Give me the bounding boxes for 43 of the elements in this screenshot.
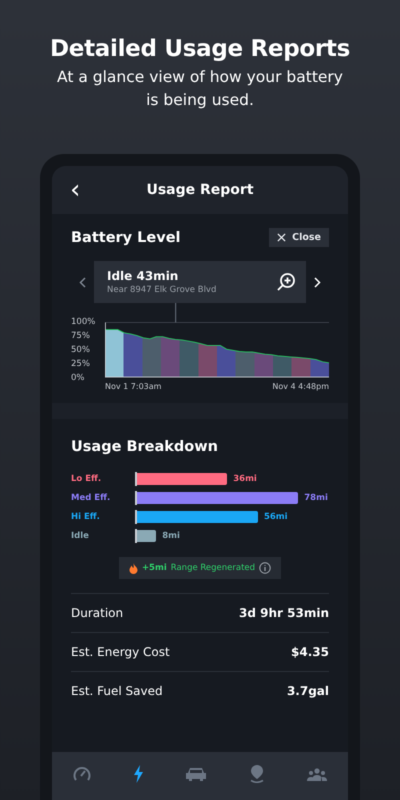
subheadline: At a glance view of how your battery is being used.: [56, 67, 344, 111]
distance-value: 8mi: [162, 531, 180, 541]
distance-value: 36mi: [233, 474, 257, 484]
category-label: Idle: [71, 530, 90, 543]
info-icon[interactable]: [259, 562, 272, 574]
lightning-icon[interactable]: [133, 765, 144, 783]
headline: Detailed Usage Reports: [50, 36, 350, 62]
callout-title: Idle 43min: [107, 269, 180, 283]
stat-label: Duration: [71, 606, 124, 620]
distance-value: 56mi: [264, 512, 288, 522]
stat-value: 3.7gal: [286, 684, 329, 698]
stat-value: $4.35: [291, 645, 329, 659]
category-label: Hi Eff.: [71, 511, 101, 524]
close-icon: [277, 233, 286, 242]
axis-label: Nov 4 4:48pm: [272, 382, 329, 391]
regen-label: Range Regenerated: [170, 563, 256, 573]
zoom-in-icon[interactable]: [276, 272, 296, 292]
back-button[interactable]: ‹: [64, 177, 86, 203]
axis-label: 100%: [71, 318, 96, 326]
category-label: Med Eff.: [71, 492, 112, 505]
stat-label: Est. Energy Cost: [71, 645, 170, 659]
stat-value: 3d 9hr 53min: [239, 606, 329, 620]
chevron-right-icon[interactable]: [314, 276, 321, 288]
regen-amount: +5mi: [142, 563, 167, 573]
location-pin-icon[interactable]: [248, 765, 265, 783]
chevron-left-icon[interactable]: [79, 276, 86, 288]
callout-subtitle: Near 8947 Elk Grove Blvd: [107, 285, 216, 295]
close-button[interactable]: Close: [269, 228, 329, 247]
category-label: Lo Eff.: [71, 473, 102, 486]
flame-icon: [128, 562, 138, 574]
stat-label: Est. Fuel Saved: [71, 684, 163, 698]
gauge-icon[interactable]: [73, 766, 92, 782]
car-icon[interactable]: [186, 767, 206, 781]
axis-label: Nov 1 7:03am: [105, 382, 162, 391]
axis-label: 75%: [71, 332, 90, 340]
axis-label: 50%: [71, 346, 90, 354]
card-title: Usage Breakdown: [71, 439, 219, 455]
distance-value: 78mi: [304, 493, 328, 503]
card-title: Battery Level: [71, 230, 181, 246]
axis-label: 25%: [71, 360, 90, 368]
axis-label: 0%: [71, 374, 84, 382]
screen-title: Usage Report: [146, 182, 254, 198]
group-icon[interactable]: [306, 767, 327, 781]
